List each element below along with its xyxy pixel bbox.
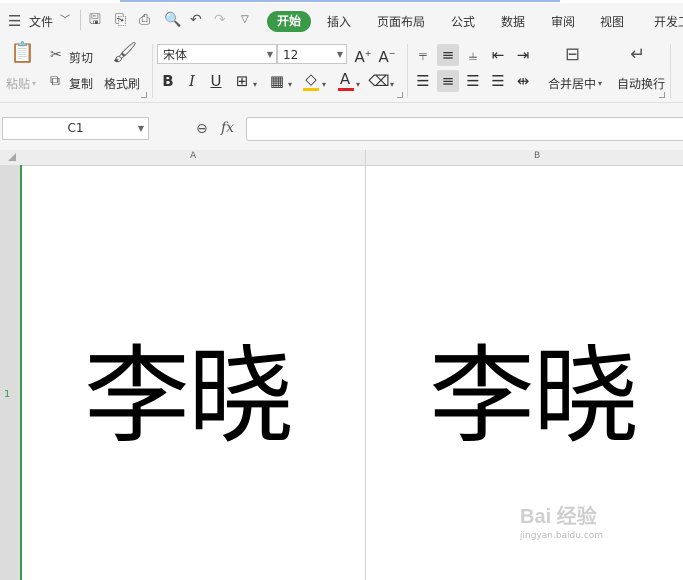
- align-bottom-icon[interactable]: ⫨: [462, 44, 484, 66]
- customize-icon[interactable]: ▽: [241, 12, 249, 28]
- row-header-bar: [0, 165, 21, 580]
- watermark-logo: Bai 经验: [520, 506, 597, 528]
- paste-dropdown-icon[interactable]: ▾: [32, 76, 36, 92]
- borders-icon[interactable]: ⊞: [231, 70, 253, 92]
- hamburger-menu-icon[interactable]: ☰: [8, 13, 21, 29]
- column-header-a[interactable]: A: [190, 151, 196, 161]
- clipboard-dialog-launcher[interactable]: [141, 92, 147, 98]
- align-left-icon[interactable]: ☰: [412, 70, 434, 92]
- paste-button[interactable]: 粘贴: [6, 75, 30, 92]
- title-strip: [0, 0, 683, 3]
- row-header-1[interactable]: 1: [4, 389, 10, 400]
- font-color-bar: [338, 88, 354, 91]
- redo-icon[interactable]: ↷: [214, 12, 226, 28]
- font-name-value: 宋体: [163, 48, 188, 62]
- column-header-b[interactable]: B: [534, 151, 540, 161]
- tab-view[interactable]: 视图: [600, 13, 624, 30]
- formula-input[interactable]: [246, 117, 683, 141]
- decrease-indent-icon[interactable]: ⇤: [487, 44, 509, 66]
- column-gridline: [365, 150, 366, 580]
- copy-button[interactable]: 复制: [69, 75, 93, 92]
- borders-dropdown-icon[interactable]: ▾: [253, 77, 257, 93]
- cell-a1[interactable]: 李晓: [84, 342, 294, 452]
- print-preview-icon[interactable]: 🔍: [164, 12, 181, 28]
- fx-icon[interactable]: fx: [221, 120, 234, 136]
- zoom-formula-icon[interactable]: ⊖: [196, 121, 208, 137]
- chevron-down-icon: ▼: [137, 124, 144, 133]
- decrease-font-icon[interactable]: A−: [376, 43, 398, 66]
- cell-style-dropdown-icon[interactable]: ▾: [288, 77, 292, 93]
- font-color-icon[interactable]: A: [334, 68, 356, 90]
- paste-icon[interactable]: 📋: [10, 42, 35, 62]
- cell-style-icon[interactable]: ▦: [266, 70, 288, 92]
- align-right-icon[interactable]: ☰: [462, 70, 484, 92]
- divider: [407, 44, 408, 98]
- font-size-select[interactable]: 12 ▼: [277, 44, 347, 64]
- chevron-down-icon: ▼: [336, 50, 343, 59]
- alignment-dialog-launcher[interactable]: [659, 92, 665, 98]
- formula-bar: C1 ▼ ⊖ fx: [0, 103, 683, 150]
- export-icon[interactable]: ⎘: [115, 12, 126, 28]
- tab-start[interactable]: 开始: [267, 11, 311, 32]
- tab-developer[interactable]: 开发工: [654, 13, 683, 30]
- font-name-select[interactable]: 宋体 ▼: [157, 44, 277, 64]
- format-painter-button[interactable]: 格式刷: [104, 75, 140, 92]
- chevron-down-icon: ▼: [266, 50, 273, 59]
- divider: [80, 10, 81, 30]
- italic-button[interactable]: I: [181, 70, 203, 92]
- font-color-dropdown-icon[interactable]: ▾: [356, 77, 360, 93]
- ribbon: 📋 粘贴 ▾ ✂ 剪切 ⧉ 复制 🖌 格式刷 宋体 ▼ 12 ▼ A+ A− B I…: [0, 40, 683, 103]
- align-top-icon[interactable]: ⫧: [412, 44, 434, 66]
- merge-dropdown-icon[interactable]: ▾: [598, 76, 602, 92]
- copy-icon[interactable]: ⧉: [50, 73, 60, 89]
- clear-dropdown-icon[interactable]: ▾: [390, 77, 394, 93]
- align-middle-icon[interactable]: ≡: [437, 44, 459, 66]
- distributed-icon[interactable]: ⇹: [512, 70, 534, 92]
- column-header-bar: A B: [0, 150, 683, 166]
- format-painter-icon[interactable]: 🖌: [112, 42, 137, 62]
- scissors-icon[interactable]: ✂: [50, 47, 62, 63]
- file-menu[interactable]: 文件: [29, 13, 53, 30]
- tab-page-layout[interactable]: 页面布局: [377, 13, 425, 30]
- undo-icon[interactable]: ↶: [190, 12, 202, 28]
- tab-formula[interactable]: 公式: [451, 13, 475, 30]
- divider: [670, 44, 671, 98]
- wrap-text-icon[interactable]: ↵: [630, 46, 645, 64]
- divider: [152, 44, 153, 98]
- align-center-icon[interactable]: ≡: [437, 70, 459, 92]
- increase-font-icon[interactable]: A+: [352, 43, 374, 66]
- cell-reference: C1: [67, 121, 84, 135]
- underline-button[interactable]: U: [205, 70, 227, 92]
- tab-insert[interactable]: 插入: [327, 13, 351, 30]
- cell-b1[interactable]: 李晓: [429, 342, 639, 452]
- save-icon[interactable]: 🖫: [89, 12, 101, 28]
- fill-color-dropdown-icon[interactable]: ▾: [322, 77, 326, 93]
- font-dialog-launcher[interactable]: [397, 92, 403, 98]
- wrap-text-button[interactable]: 自动换行: [617, 75, 665, 92]
- watermark-url: jingyan.baidu.com: [520, 531, 604, 541]
- tab-data[interactable]: 数据: [501, 13, 525, 30]
- merge-cells-icon[interactable]: ⊟: [565, 46, 580, 64]
- chevron-down-icon[interactable]: ﹀: [60, 13, 70, 29]
- print-icon[interactable]: ⎙: [139, 12, 150, 28]
- fill-color-bar: [303, 88, 319, 91]
- tab-review[interactable]: 审阅: [551, 13, 575, 30]
- select-all-corner[interactable]: [8, 153, 16, 161]
- increase-indent-icon[interactable]: ⇥: [512, 44, 534, 66]
- eraser-icon[interactable]: ⌫: [368, 70, 390, 92]
- row-selection-indicator: [20, 165, 22, 580]
- justify-icon[interactable]: ☰: [487, 70, 509, 92]
- watermark: Bai 经验 jingyan.baidu.com: [520, 500, 603, 541]
- menu-bar: ☰ 文件 ﹀ 🖫 ⎘ ⎙ 🔍 ↶ ↷ ▽ 开始 插入 页面布局 公式 数据 审阅…: [0, 0, 683, 40]
- font-size-value: 12: [283, 48, 299, 62]
- bold-button[interactable]: B: [157, 70, 179, 92]
- title-accent: [120, 0, 560, 2]
- fill-color-icon[interactable]: ◇: [300, 68, 322, 90]
- name-box[interactable]: C1 ▼: [2, 117, 149, 140]
- cut-button[interactable]: 剪切: [69, 49, 93, 66]
- merge-center-button[interactable]: 合并居中: [548, 75, 596, 92]
